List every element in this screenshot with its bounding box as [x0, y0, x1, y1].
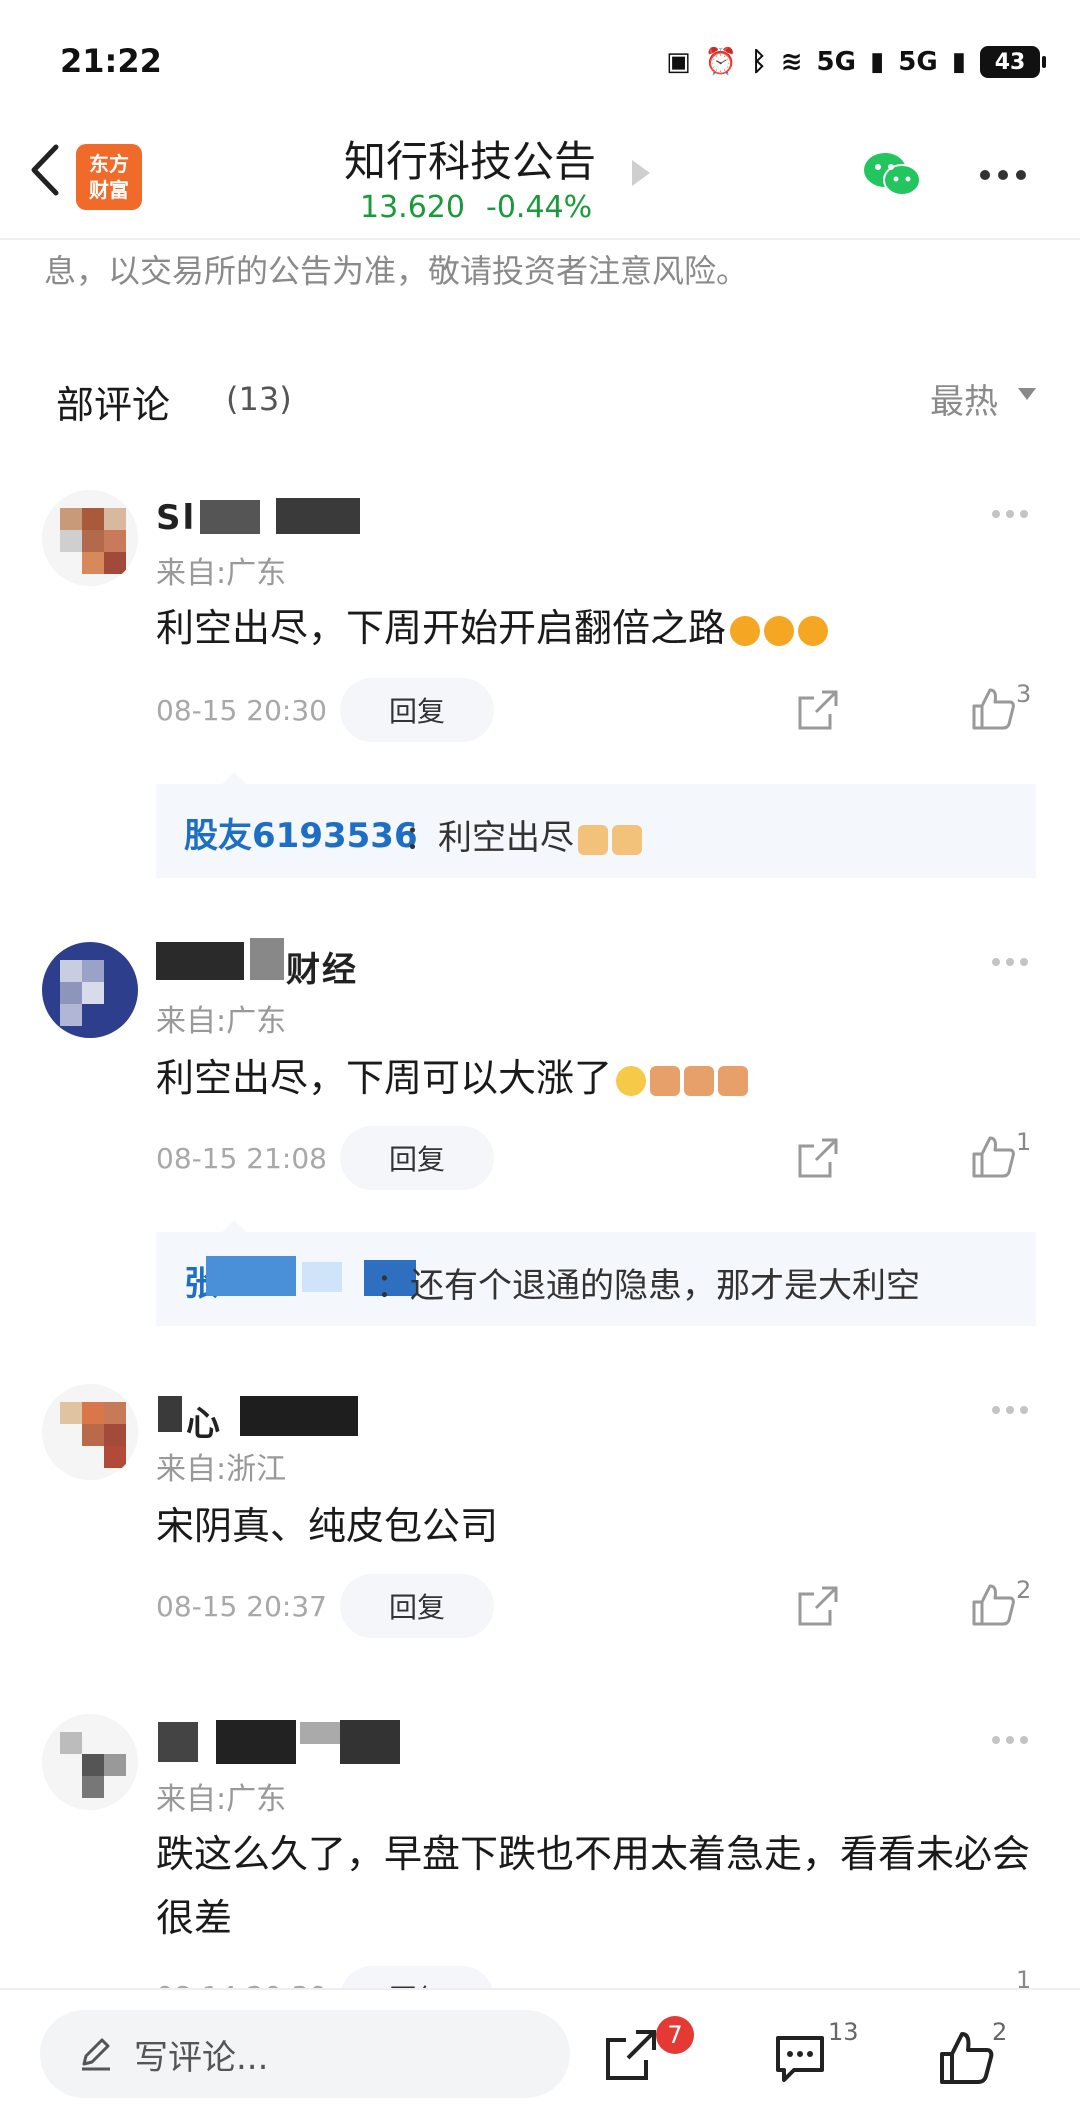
reply-preview[interactable]: 张 ：还有个退通的隐患，那才是大利空 [156, 1220, 1036, 1326]
share-icon[interactable] [796, 1136, 840, 1180]
username-mask [276, 498, 360, 534]
comment-location: 来自:广东 [156, 1782, 287, 1817]
pencil-icon [78, 2036, 114, 2072]
signal-icon: ▮ [869, 47, 885, 77]
comment-location: 来自:广东 [156, 1004, 287, 1039]
username-mask [200, 500, 260, 534]
sort-dropdown[interactable]: 最热 [930, 374, 998, 423]
like-icon[interactable] [970, 1582, 1016, 1628]
header-divider [0, 238, 1080, 240]
comment-input[interactable] [40, 2010, 570, 2098]
reply-button[interactable]: 回复 [340, 678, 494, 742]
page-title[interactable]: 知行科技公告 [300, 128, 640, 189]
logo-line1: 东方 [89, 152, 129, 176]
comment-time: 08-15 20:37 [156, 1590, 327, 1623]
avatar[interactable] [42, 942, 138, 1038]
username[interactable]: 心 [186, 1396, 222, 1445]
share-badge: 7 [656, 2016, 694, 2054]
comment-text: 利空出尽，下周可以大涨了 [156, 1046, 1046, 1110]
comments-icon[interactable] [772, 2032, 828, 2084]
username-mask [300, 1722, 340, 1744]
back-arrow-icon [31, 144, 59, 196]
comment-text: 跌这么久了，早盘下跌也不用太着急走，看看未必会很差 [156, 1832, 1031, 1940]
username-mask [240, 1396, 358, 1436]
avatar[interactable] [42, 1714, 138, 1810]
bluetooth-icon: ᛒ [751, 47, 767, 77]
comments-count-badge: 13 [828, 2018, 859, 2046]
alarm-icon: ⏰ [704, 47, 738, 77]
back-button[interactable] [20, 140, 70, 200]
more-menu-icon[interactable] [980, 160, 1030, 190]
caret-down-icon[interactable] [1018, 388, 1036, 400]
reply-username[interactable]: 股友6193536 [184, 808, 418, 857]
app-logo[interactable]: 东方 财富 [76, 144, 142, 210]
avatar[interactable] [42, 1384, 138, 1480]
stock-change: -0.44% [486, 190, 593, 225]
stock-price: 13.620 [360, 190, 465, 225]
status-time: 21:22 [60, 42, 162, 80]
like-count: 1 [1016, 1128, 1032, 1156]
reply-text: ：还有个退通的隐患，那才是大利空 [376, 1266, 920, 1306]
share-icon[interactable] [796, 1584, 840, 1628]
wechat-icon[interactable] [862, 150, 922, 200]
username-mask [156, 942, 244, 980]
comment-text: 利空出尽，下周开始开启翻倍之路 [156, 596, 1046, 660]
share-icon[interactable] [604, 2028, 658, 2082]
comment-text: 宋阴真、纯皮包公司 [156, 1504, 499, 1548]
username-mask [216, 1720, 296, 1764]
battery-icon: 43 [980, 46, 1046, 78]
comment-time: 08-15 21:08 [156, 1142, 327, 1175]
logo-line2: 财富 [89, 178, 129, 202]
like-count: 2 [1016, 1576, 1032, 1604]
disclaimer-text: 息，以交易所的公告为准，敬请投资者注意风险。 [44, 252, 749, 290]
username-mask [250, 938, 284, 980]
like-icon[interactable] [970, 1134, 1016, 1180]
username-mask [158, 1396, 182, 1432]
like-icon[interactable] [938, 2030, 994, 2086]
like-icon[interactable] [970, 686, 1016, 732]
username-mask [206, 1256, 296, 1296]
username-mask [158, 1722, 198, 1762]
like-count-badge: 2 [992, 2018, 1008, 2046]
comment-placeholder[interactable]: 写评论... [134, 2030, 268, 2079]
comment-location: 来自:浙江 [156, 1452, 287, 1487]
reply-text: ：利空出尽 [404, 810, 642, 859]
avatar[interactable] [42, 490, 138, 586]
network-5g-label-2: 5G [898, 47, 938, 77]
status-icons: ▣ ⏰ ᛒ ≋ 5G ▮ 5G ▮ 43 [666, 40, 1046, 84]
comment-more-icon[interactable] [992, 952, 1036, 972]
comments-title: 部评论 [56, 383, 171, 427]
username[interactable]: Sl [156, 498, 196, 538]
comment-more-icon[interactable] [992, 1730, 1036, 1750]
username-mask [302, 1262, 342, 1292]
wifi-icon: ≋ [780, 47, 803, 77]
title-arrow-icon[interactable] [632, 160, 650, 186]
reply-preview[interactable]: 股友6193536 ：利空出尽 [156, 772, 1036, 878]
share-icon[interactable] [796, 688, 840, 732]
username-mask [340, 1720, 400, 1764]
username[interactable]: 财经 [286, 942, 358, 991]
comment-more-icon[interactable] [992, 1400, 1036, 1420]
reply-button[interactable]: 回复 [340, 1574, 494, 1638]
reply-button[interactable]: 回复 [340, 1126, 494, 1190]
like-count: 3 [1016, 680, 1032, 708]
network-5g-label: 5G [816, 47, 856, 77]
signal-icon-2: ▮ [951, 47, 966, 77]
comment-location: 来自:广东 [156, 556, 287, 591]
comment-more-icon[interactable] [992, 504, 1036, 524]
comments-count: (13) [226, 380, 292, 418]
comment-time: 08-15 20:30 [156, 694, 327, 727]
nfc-icon: ▣ [666, 47, 691, 77]
